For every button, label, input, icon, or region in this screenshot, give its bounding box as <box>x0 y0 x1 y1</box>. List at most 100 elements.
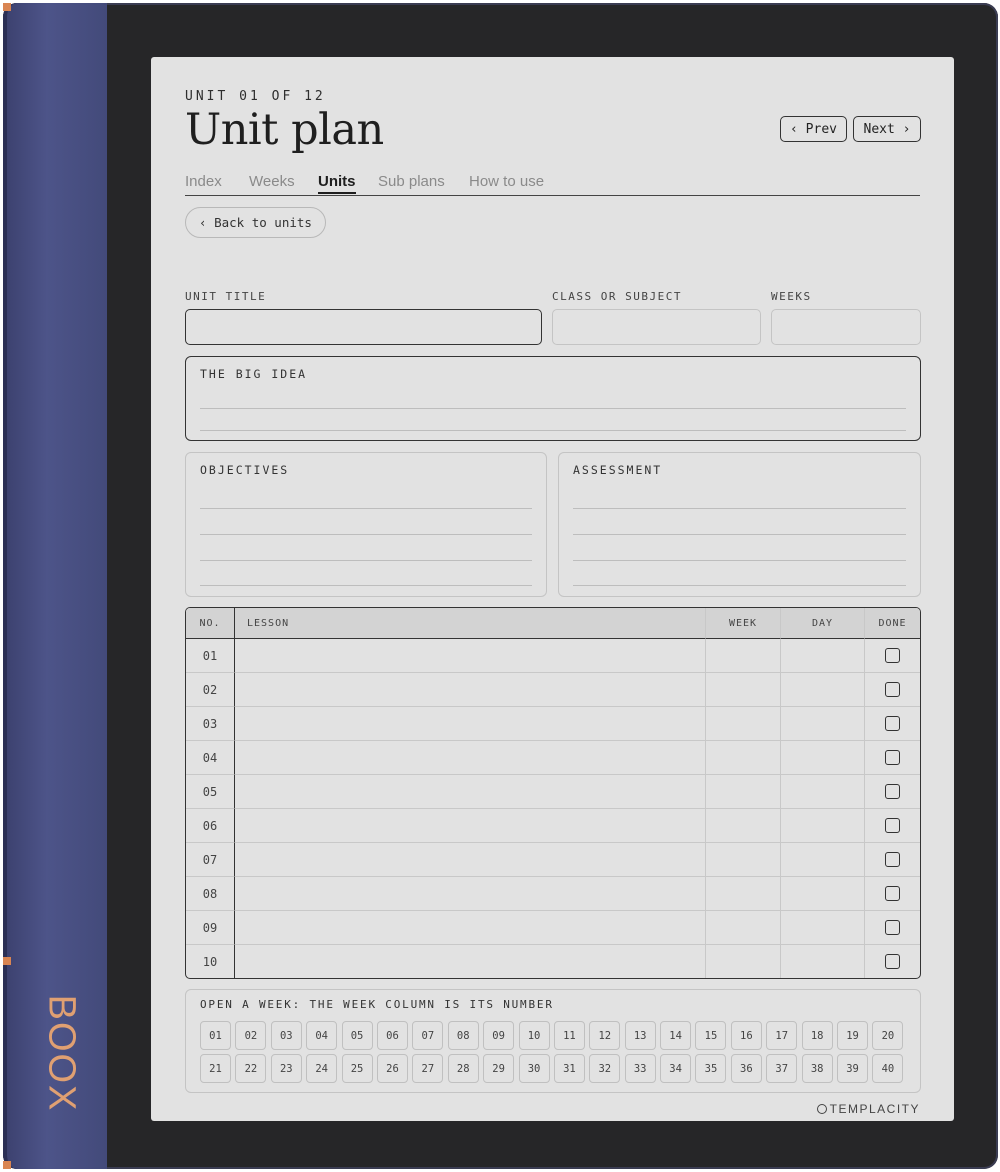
week-cell[interactable] <box>706 945 781 978</box>
week-link-button[interactable]: 29 <box>483 1054 515 1083</box>
week-link-button[interactable]: 38 <box>801 1054 833 1083</box>
tab-sub-plans[interactable]: Sub plans <box>378 173 445 190</box>
week-link-button[interactable]: 35 <box>695 1054 727 1083</box>
week-link-button[interactable]: 14 <box>660 1021 692 1050</box>
week-link-button[interactable]: 32 <box>589 1054 621 1083</box>
day-cell[interactable] <box>781 945 865 978</box>
week-cell[interactable] <box>706 707 781 741</box>
lesson-cell[interactable] <box>235 741 706 775</box>
week-link-button[interactable]: 33 <box>624 1054 656 1083</box>
checkbox-icon[interactable] <box>885 852 900 867</box>
day-cell[interactable] <box>781 911 865 945</box>
week-link-button[interactable]: 08 <box>447 1021 479 1050</box>
lesson-number: 07 <box>186 843 235 877</box>
next-button[interactable]: Next › <box>853 116 921 142</box>
lesson-cell[interactable] <box>235 639 706 673</box>
weeks-field[interactable] <box>771 309 921 345</box>
lesson-cell[interactable] <box>235 911 706 945</box>
week-link-button[interactable]: 11 <box>553 1021 585 1050</box>
checkbox-icon[interactable] <box>885 920 900 935</box>
week-link-button[interactable]: 25 <box>341 1054 373 1083</box>
lesson-cell[interactable] <box>235 809 706 843</box>
checkbox-icon[interactable] <box>885 750 900 765</box>
week-link-button[interactable]: 07 <box>412 1021 444 1050</box>
week-link-button[interactable]: 17 <box>766 1021 798 1050</box>
week-link-button[interactable]: 15 <box>695 1021 727 1050</box>
tab-index[interactable]: Index <box>185 173 222 190</box>
week-cell[interactable] <box>706 809 781 843</box>
week-cell[interactable] <box>706 775 781 809</box>
week-cell[interactable] <box>706 673 781 707</box>
week-link-button[interactable]: 34 <box>660 1054 692 1083</box>
prev-button[interactable]: ‹ Prev <box>780 116 847 142</box>
week-link-button[interactable]: 40 <box>872 1054 904 1083</box>
checkbox-icon[interactable] <box>885 648 900 663</box>
week-link-button[interactable]: 28 <box>447 1054 479 1083</box>
week-link-button[interactable]: 16 <box>730 1021 762 1050</box>
week-link-button[interactable]: 04 <box>306 1021 338 1050</box>
week-link-button[interactable]: 31 <box>553 1054 585 1083</box>
big-idea-box[interactable]: THE BIG IDEA <box>185 356 921 441</box>
week-link-button[interactable]: 10 <box>518 1021 550 1050</box>
lesson-cell[interactable] <box>235 673 706 707</box>
checkbox-icon[interactable] <box>885 886 900 901</box>
lesson-cell[interactable] <box>235 843 706 877</box>
class-subject-field[interactable] <box>552 309 761 345</box>
week-link-button[interactable]: 37 <box>766 1054 798 1083</box>
week-link-button[interactable]: 18 <box>801 1021 833 1050</box>
week-link-button[interactable]: 36 <box>730 1054 762 1083</box>
lesson-cell[interactable] <box>235 877 706 911</box>
day-cell[interactable] <box>781 843 865 877</box>
day-cell[interactable] <box>781 775 865 809</box>
day-cell[interactable] <box>781 673 865 707</box>
footer-brand: TEMPLACITY <box>829 1102 920 1116</box>
week-link-button[interactable]: 22 <box>235 1054 267 1083</box>
week-link-button[interactable]: 24 <box>306 1054 338 1083</box>
week-cell[interactable] <box>706 877 781 911</box>
week-cell[interactable] <box>706 741 781 775</box>
class-subject-label: CLASS OR SUBJECT <box>552 290 682 303</box>
checkbox-icon[interactable] <box>885 818 900 833</box>
table-row: 10 <box>186 945 920 978</box>
lesson-cell[interactable] <box>235 775 706 809</box>
tab-units[interactable]: Units <box>318 173 356 194</box>
week-link-button[interactable]: 06 <box>376 1021 408 1050</box>
week-link-button[interactable]: 03 <box>270 1021 302 1050</box>
week-cell[interactable] <box>706 911 781 945</box>
back-to-units-button[interactable]: ‹ Back to units <box>185 207 326 238</box>
week-cell[interactable] <box>706 639 781 673</box>
done-cell <box>865 945 920 978</box>
week-link-button[interactable]: 12 <box>589 1021 621 1050</box>
checkbox-icon[interactable] <box>885 716 900 731</box>
day-cell[interactable] <box>781 741 865 775</box>
lesson-cell[interactable] <box>235 707 706 741</box>
week-link-button[interactable]: 13 <box>624 1021 656 1050</box>
assessment-box[interactable]: ASSESSMENT <box>558 452 921 597</box>
tab-how-to-use[interactable]: How to use <box>469 173 544 190</box>
week-link-button[interactable]: 19 <box>837 1021 869 1050</box>
week-cell[interactable] <box>706 843 781 877</box>
week-link-button[interactable]: 30 <box>518 1054 550 1083</box>
week-link-button[interactable]: 01 <box>200 1021 231 1050</box>
week-link-button[interactable]: 02 <box>235 1021 267 1050</box>
lesson-cell[interactable] <box>235 945 706 978</box>
unit-title-field[interactable] <box>185 309 542 345</box>
week-link-button[interactable]: 09 <box>483 1021 515 1050</box>
checkbox-icon[interactable] <box>885 682 900 697</box>
checkbox-icon[interactable] <box>885 954 900 969</box>
day-cell[interactable] <box>781 707 865 741</box>
week-link-button[interactable]: 26 <box>376 1054 408 1083</box>
week-link-button[interactable]: 39 <box>837 1054 869 1083</box>
checkbox-icon[interactable] <box>885 784 900 799</box>
day-cell[interactable] <box>781 809 865 843</box>
week-link-button[interactable]: 20 <box>872 1021 904 1050</box>
day-cell[interactable] <box>781 877 865 911</box>
day-cell[interactable] <box>781 639 865 673</box>
week-link-button[interactable]: 23 <box>270 1054 302 1083</box>
objectives-box[interactable]: OBJECTIVES <box>185 452 547 597</box>
done-cell <box>865 911 920 945</box>
week-link-button[interactable]: 05 <box>341 1021 373 1050</box>
week-link-button[interactable]: 27 <box>412 1054 444 1083</box>
tab-weeks[interactable]: Weeks <box>249 173 295 190</box>
week-link-button[interactable]: 21 <box>200 1054 231 1083</box>
